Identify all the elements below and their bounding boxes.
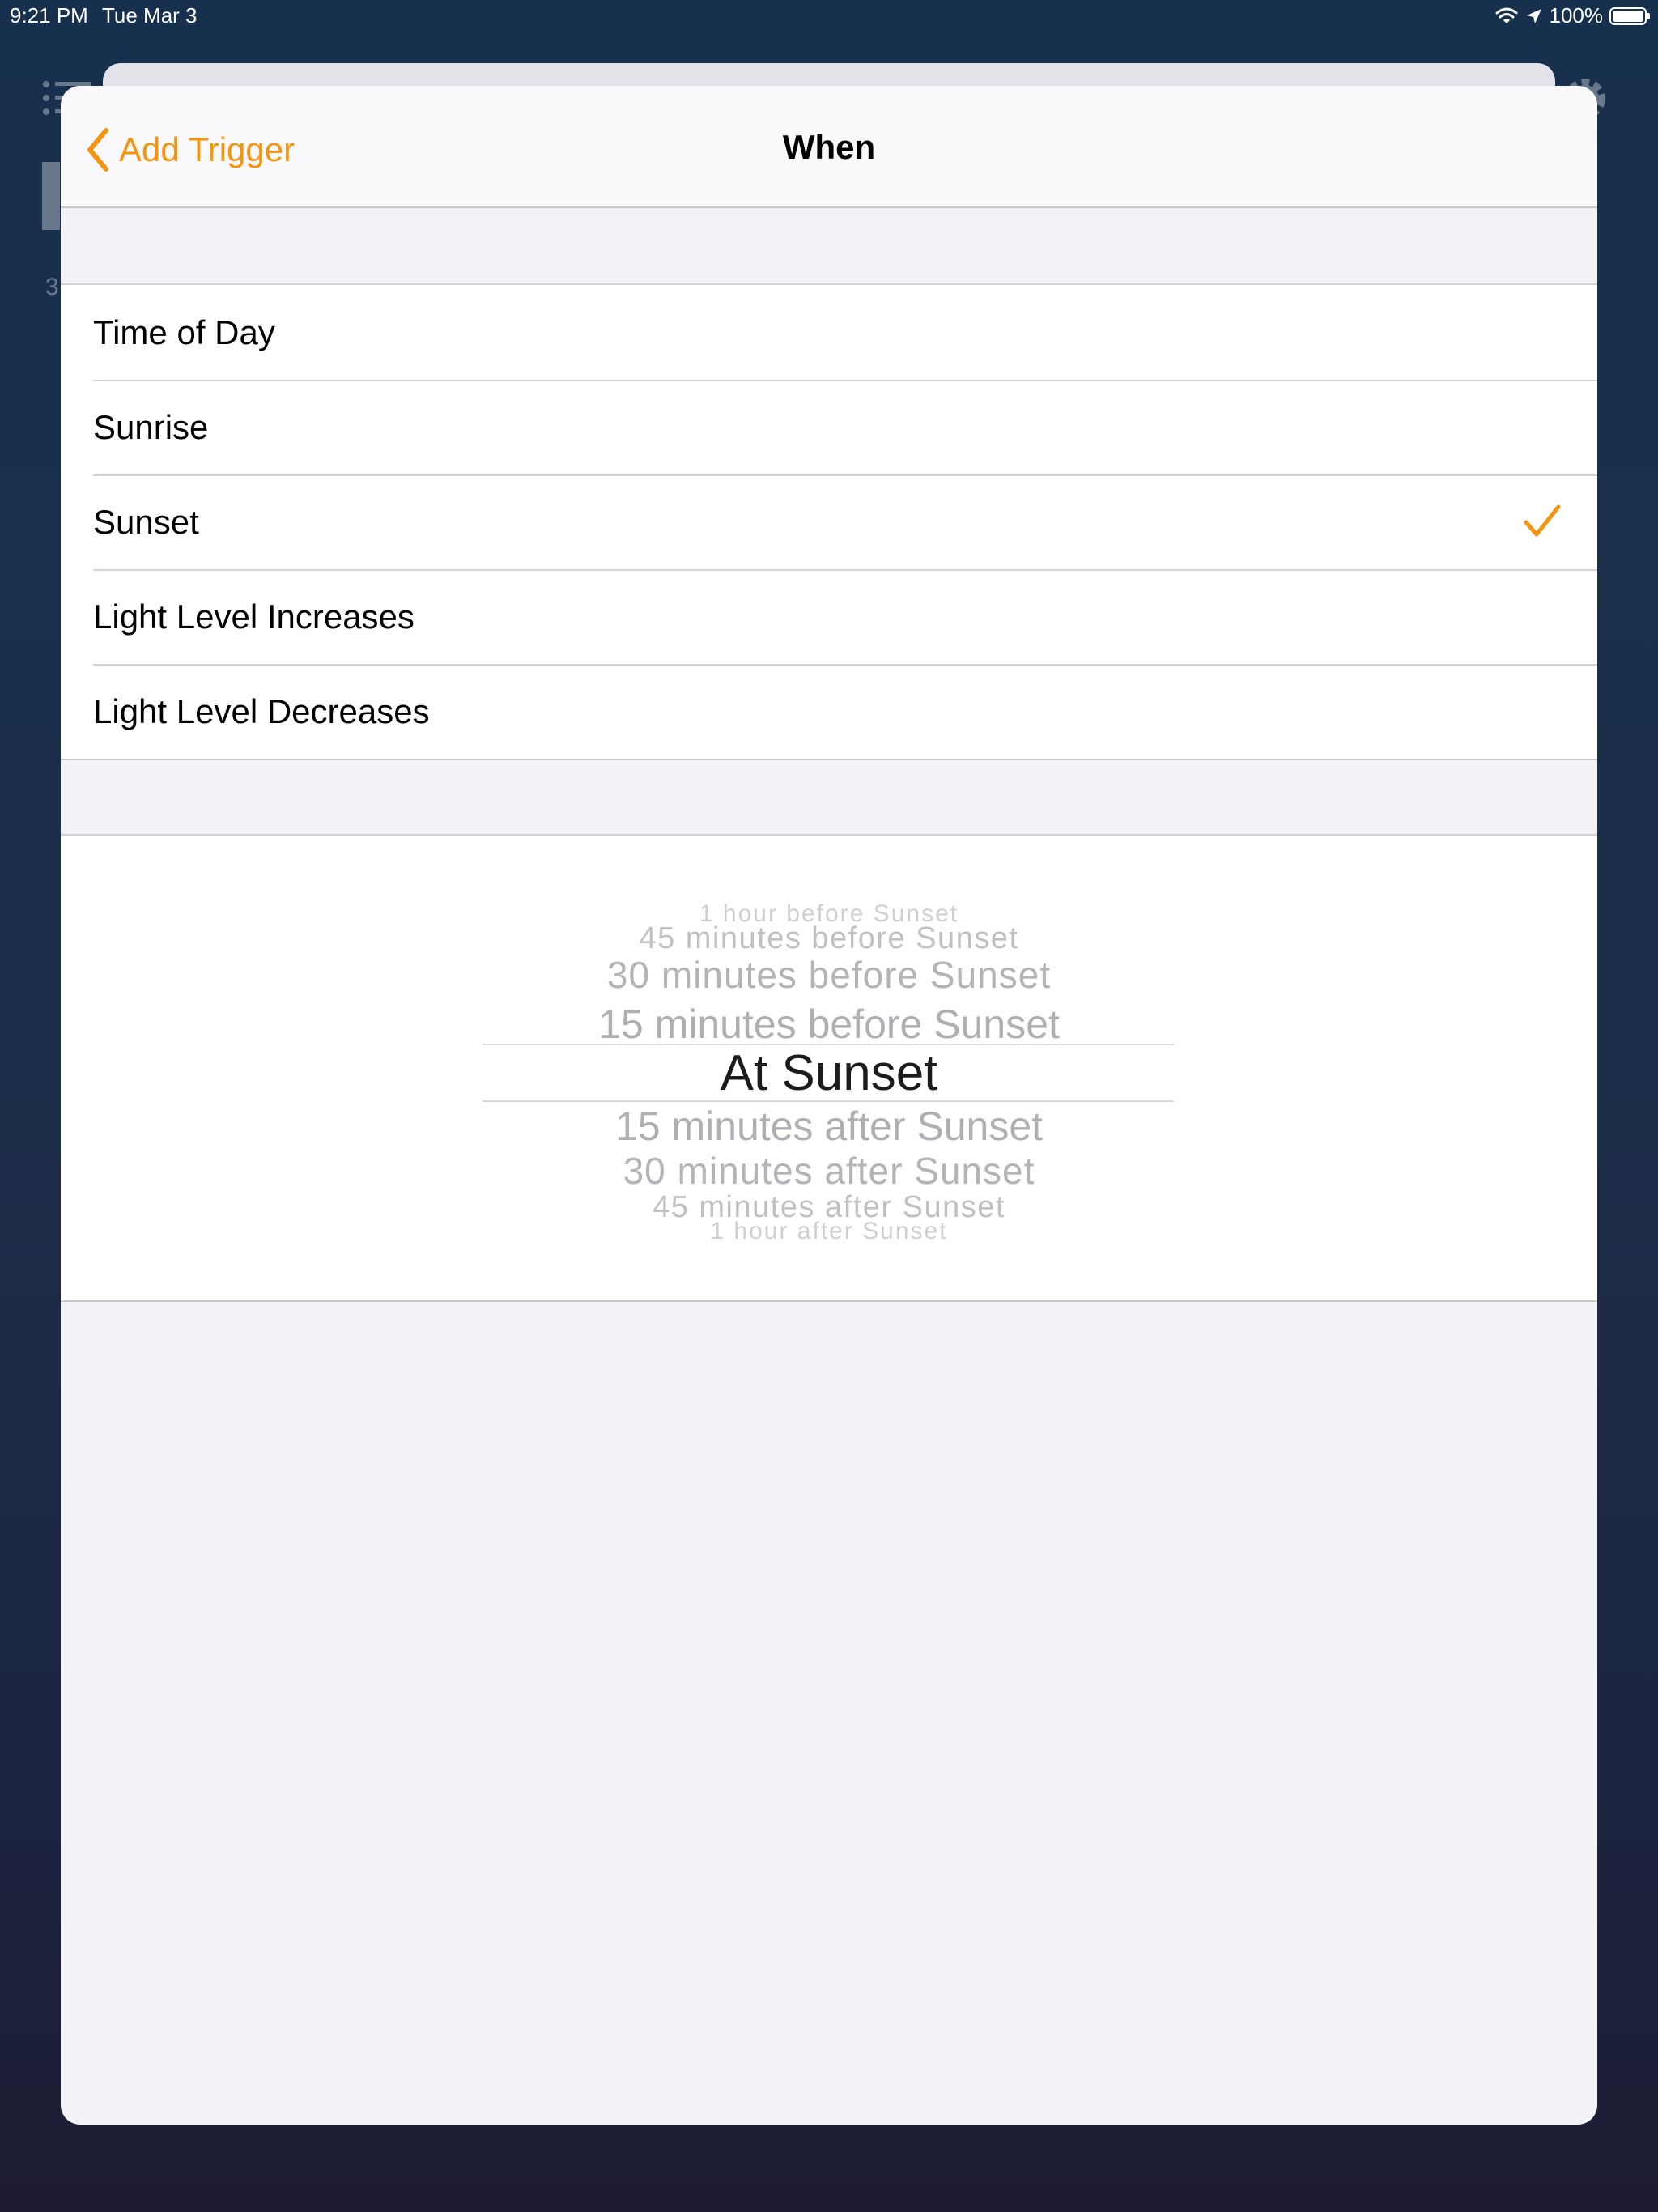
battery-percent: 100% xyxy=(1549,3,1604,28)
location-icon xyxy=(1526,8,1541,23)
option-time-of-day[interactable]: Time of Day xyxy=(61,285,1597,380)
picker-item[interactable]: 30 minutes after Sunset xyxy=(61,1150,1597,1192)
status-bar: 9:21 PM Tue Mar 3 100% xyxy=(0,0,1658,32)
option-light-level-decreases[interactable]: Light Level Decreases xyxy=(61,664,1597,759)
picker-item[interactable]: 45 minutes before Sunset xyxy=(61,921,1597,955)
checkmark-icon xyxy=(1524,504,1561,537)
navigation-bar: Add Trigger When xyxy=(61,86,1597,208)
picker-item[interactable]: 1 hour after Sunset xyxy=(61,1218,1597,1245)
when-sheet: Add Trigger When Time of Day Sunrise Sun… xyxy=(61,86,1597,2125)
option-label: Sunset xyxy=(93,502,199,541)
option-light-level-increases[interactable]: Light Level Increases xyxy=(61,569,1597,664)
status-time: 9:21 PM xyxy=(10,3,88,28)
option-sunset[interactable]: Sunset xyxy=(61,474,1597,569)
background-title-peek xyxy=(42,162,60,230)
battery-icon xyxy=(1609,6,1650,25)
option-label: Light Level Increases xyxy=(93,597,414,636)
status-right: 100% xyxy=(1494,3,1650,28)
status-date: Tue Mar 3 xyxy=(102,3,198,28)
offset-picker-panel: 1 hour before Sunset 45 minutes before S… xyxy=(61,834,1597,1302)
picker-item[interactable]: 15 minutes before Sunset xyxy=(61,1002,1597,1047)
trigger-options-list: Time of Day Sunrise Sunset Light Level I… xyxy=(61,283,1597,760)
page-title: When xyxy=(782,128,876,166)
option-label: Light Level Decreases xyxy=(93,691,430,730)
picker-item[interactable]: 15 minutes after Sunset xyxy=(61,1104,1597,1149)
option-label: Time of Day xyxy=(93,313,275,351)
background-subtitle-peek: 3 xyxy=(45,274,59,300)
option-sunrise[interactable]: Sunrise xyxy=(61,380,1597,474)
picker-item-selected[interactable]: At Sunset xyxy=(61,1046,1597,1101)
picker-item[interactable]: 30 minutes before Sunset xyxy=(61,954,1597,996)
option-label: Sunrise xyxy=(93,407,209,446)
wifi-icon xyxy=(1495,7,1517,23)
